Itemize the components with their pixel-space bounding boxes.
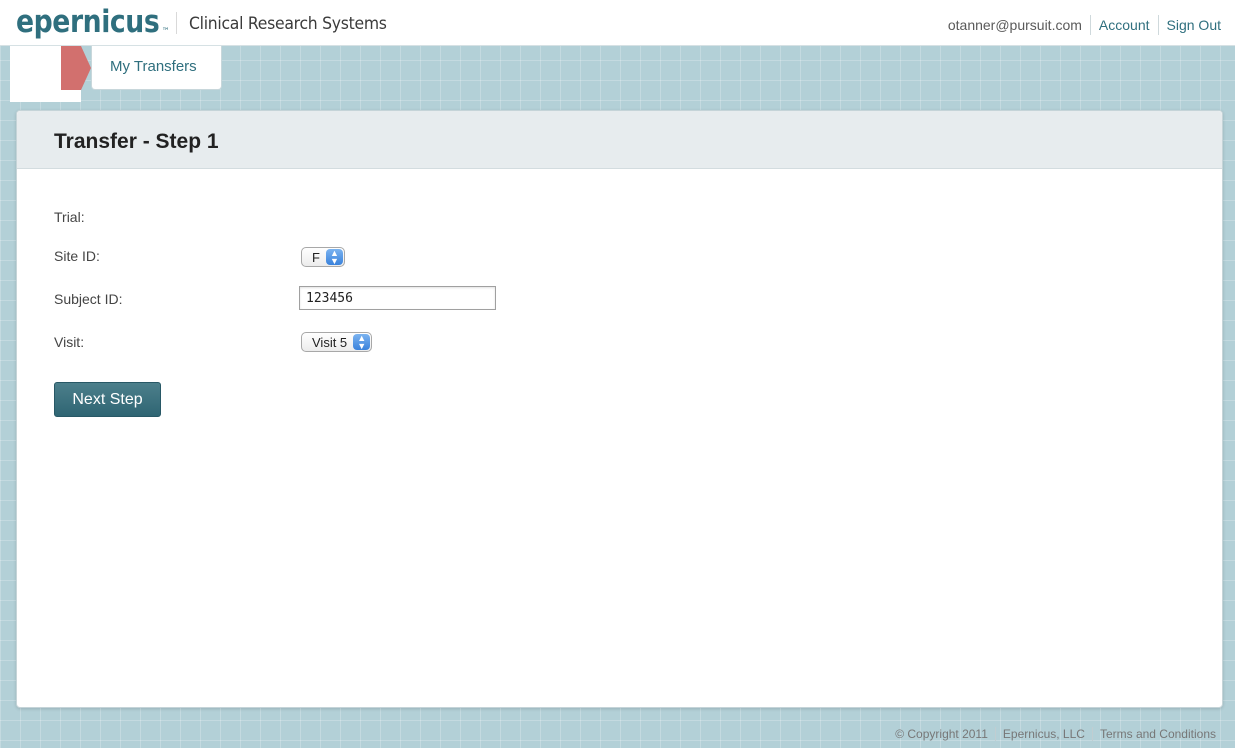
company-link[interactable]: Epernicus, LLC bbox=[1003, 727, 1085, 741]
visit-label: Visit: bbox=[54, 334, 85, 350]
visit-select[interactable]: Visit 5 ▲ ▼ bbox=[301, 332, 373, 352]
site-id-label: Site ID: bbox=[54, 248, 100, 264]
subject-id-label: Subject ID: bbox=[54, 291, 123, 307]
footer-divider bbox=[1091, 727, 1093, 741]
user-nav: otanner@pursuit.com Account Sign Out bbox=[948, 15, 1221, 35]
tab-accent-arrow bbox=[81, 46, 91, 90]
panel-header: Transfer - Step 1 bbox=[17, 111, 1222, 169]
sign-out-link[interactable]: Sign Out bbox=[1167, 17, 1221, 33]
nav-divider bbox=[1157, 15, 1159, 35]
trial-label: Trial: bbox=[54, 209, 85, 225]
logo[interactable]: epernicus ™ bbox=[16, 2, 170, 42]
header-divider bbox=[176, 12, 177, 34]
account-link[interactable]: Account bbox=[1099, 17, 1150, 33]
app-title: Clinical Research Systems bbox=[189, 14, 387, 34]
footer-divider bbox=[994, 727, 996, 741]
visit-value: Visit 5 bbox=[312, 334, 348, 350]
up-down-chevron-icon: ▲ ▼ bbox=[353, 334, 371, 351]
logo-text: epernicus bbox=[16, 4, 160, 40]
top-bar: epernicus ™ Clinical Research Systems ota… bbox=[0, 0, 1235, 46]
tab-accent-marker bbox=[61, 46, 81, 90]
terms-link[interactable]: Terms and Conditions bbox=[1100, 727, 1216, 741]
next-step-button[interactable]: Next Step bbox=[54, 382, 161, 417]
subject-id-input[interactable] bbox=[299, 286, 496, 310]
page-title: Transfer - Step 1 bbox=[54, 130, 219, 153]
copyright-text: © Copyright 2011 bbox=[895, 727, 988, 741]
site-id-value: F bbox=[312, 249, 320, 265]
tab-my-transfers[interactable]: My Transfers bbox=[91, 46, 222, 90]
user-email: otanner@pursuit.com bbox=[947, 17, 1082, 33]
nav-divider bbox=[1089, 15, 1091, 35]
up-down-chevron-icon: ▲ ▼ bbox=[325, 249, 343, 266]
footer: © Copyright 2011 Epernicus, LLC Terms an… bbox=[895, 727, 1216, 741]
transfer-panel: Transfer - Step 1 Trial: Site ID: F ▲ ▼ S… bbox=[16, 110, 1223, 708]
trademark-symbol: ™ bbox=[161, 27, 170, 37]
site-id-select[interactable]: F ▲ ▼ bbox=[301, 247, 345, 267]
